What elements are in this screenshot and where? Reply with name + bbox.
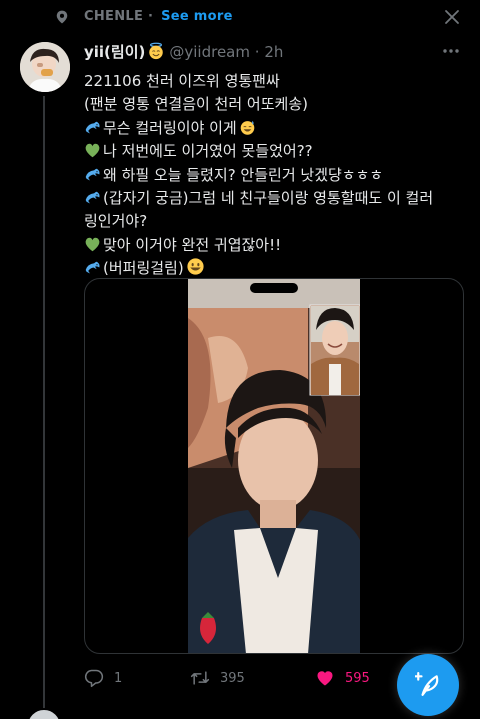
context-label: CHENLE · See more (84, 9, 233, 24)
display-name[interactable]: yii(림이) (84, 43, 145, 61)
tweet-line-text: (갑자기 궁금)그럼 네 친구들이랑 영통할때도 이 컬러 (103, 189, 434, 208)
location-pin-icon (56, 10, 68, 24)
reply-button[interactable]: 1 (84, 664, 122, 692)
compose-tweet-button[interactable] (397, 654, 459, 716)
media-video[interactable] (84, 278, 464, 654)
heart-filled-icon (317, 671, 333, 686)
tweet-line-with-emoji: 무슨 컬러링이야 이게 (84, 117, 464, 140)
tweet-line: 221106 천러 이즈위 영통팬싸 (84, 72, 280, 90)
green-heart-icon (85, 237, 100, 252)
smiling-face-with-halo-icon (149, 42, 164, 60)
tweet-line-with-emoji: 맞아 이거야 완전 귀엽잖아!! (84, 234, 464, 257)
thread-line (43, 96, 45, 710)
tweet-line-text: 나 저번에도 이거였어 못들었어?? (103, 142, 313, 161)
tweet-text: 221106 천러 이즈위 영통팬싸 (팬분 영통 연결음이 천러 어또케송) … (84, 70, 464, 281)
tweet-line-with-emoji: 나 저번에도 이거였어 못들었어?? (84, 140, 464, 163)
like-button[interactable]: 595 (315, 664, 370, 692)
green-heart-icon (85, 143, 100, 158)
feather-plus-icon (415, 672, 439, 696)
tweet-line-with-emoji: (갑자기 궁금)그럼 네 친구들이랑 영통할때도 이 컬러 (84, 187, 464, 210)
like-count: 595 (345, 670, 370, 686)
tweet-line-text: 무슨 컬러링이야 이게 (103, 118, 237, 137)
avatar-image (20, 42, 70, 92)
meta-separator: · (254, 43, 260, 61)
user-handle[interactable]: @yiidream (169, 43, 250, 61)
tweet-line-text: (버퍼링걸림) (103, 259, 184, 278)
dolphin-icon (85, 261, 100, 274)
avatar[interactable] (20, 42, 70, 92)
context-separator: · (147, 9, 154, 24)
tweet-line: (팬분 영통 연결음이 천러 어또케송) (84, 95, 308, 114)
reply-count: 1 (114, 670, 123, 686)
more-options-icon[interactable] (442, 48, 460, 54)
retweet-count: 395 (220, 670, 245, 686)
tweet-header: yii(림이) @yiidream · 2h (84, 41, 283, 62)
dolphin-icon (85, 191, 100, 204)
video-call-frame (188, 279, 360, 653)
see-more-link[interactable]: See more (161, 9, 233, 24)
context-bar: CHENLE · See more (0, 0, 480, 36)
tweet-line-text: 왜 하필 오늘 들렸지? 안들린거 낫겠댱ㅎㅎㅎ (103, 165, 384, 184)
reply-icon (84, 669, 104, 688)
retweet-button[interactable]: 395 (190, 664, 245, 692)
timestamp[interactable]: 2h (264, 43, 283, 61)
dolphin-icon (85, 121, 100, 134)
dolphin-icon (85, 168, 100, 181)
tweet-line-text: 맞아 이거야 완전 귀엽잖아!! (103, 235, 282, 254)
retweet-icon (190, 671, 210, 685)
tweet-line-with-emoji: 왜 하필 오늘 들렸지? 안들린거 낫겠댱ㅎㅎㅎ (84, 164, 464, 187)
grinning-face-icon (187, 258, 204, 275)
video-call-image (188, 279, 360, 653)
next-tweet-avatar[interactable] (26, 708, 62, 719)
close-icon[interactable] (444, 9, 460, 25)
tweet-line: 링인거야? (84, 212, 148, 231)
smiling-face-with-sweat-icon (240, 120, 255, 135)
context-title: CHENLE (84, 9, 144, 24)
